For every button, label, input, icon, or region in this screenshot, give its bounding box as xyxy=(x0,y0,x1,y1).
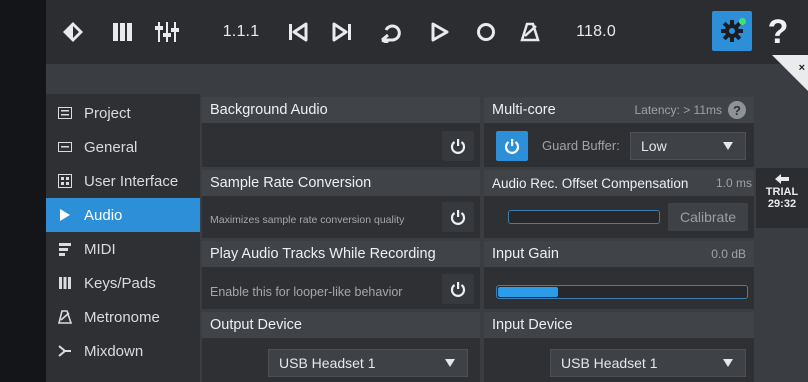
top-toolbar: 1.1.1 118.0 ? xyxy=(46,0,808,64)
app-window: 1.1.1 118.0 ? × Project General User Int… xyxy=(46,0,808,382)
close-icon[interactable]: × xyxy=(799,62,805,74)
sidebar-item-general[interactable]: General xyxy=(46,130,200,164)
sidebar-item-label: Metronome xyxy=(84,308,160,326)
sidebar-item-label: MIDI xyxy=(84,240,116,258)
sidebar-item-label: Mixdown xyxy=(84,342,144,360)
sidebar-item-midi[interactable]: MIDI xyxy=(46,232,200,266)
output-device-panel: Output Device USB Headset 1 xyxy=(202,312,480,382)
sidebar-item-keys-pads[interactable]: Keys/Pads xyxy=(46,266,200,300)
sidebar-item-label: General xyxy=(84,138,138,156)
guard-buffer-select[interactable]: Low xyxy=(630,132,746,160)
offset-track[interactable] xyxy=(508,210,660,224)
record-icon[interactable] xyxy=(470,14,502,50)
project-icon xyxy=(56,105,74,121)
help-icon[interactable]: ? xyxy=(728,101,746,119)
power-icon xyxy=(450,139,466,154)
trial-time: 29:32 xyxy=(767,198,797,210)
panel-title: Input Device xyxy=(484,312,754,338)
metronome-icon xyxy=(56,309,74,325)
multicore-toggle[interactable] xyxy=(496,131,528,161)
panel-description: Enable this for looper-like behavior xyxy=(210,285,403,299)
trial-label: TRIAL xyxy=(765,186,799,198)
sidebar-item-metronome[interactable]: Metronome xyxy=(46,300,200,334)
sub-bar xyxy=(46,64,808,94)
position-display[interactable]: 1.1.1 xyxy=(216,14,266,50)
input-gain-fill xyxy=(498,287,558,297)
latency-value: Latency: > 11ms xyxy=(634,103,723,117)
mixdown-icon xyxy=(56,343,74,359)
panel-title: Audio Rec. Offset Compensation xyxy=(492,175,689,191)
play-audio-toggle[interactable] xyxy=(442,274,474,304)
mixer-icon[interactable] xyxy=(150,14,184,50)
user-interface-icon xyxy=(56,173,74,189)
offset-compensation-panel: Audio Rec. Offset Compensation 1.0 ms Ca… xyxy=(484,170,754,238)
settings-button[interactable] xyxy=(712,11,752,51)
sidebar-item-project[interactable]: Project xyxy=(46,96,200,130)
general-icon xyxy=(56,139,74,155)
sidebar-item-label: User Interface xyxy=(84,172,179,190)
arrow-left-icon xyxy=(775,174,789,184)
input-device-select[interactable]: USB Headset 1 xyxy=(550,349,746,377)
loop-icon[interactable] xyxy=(374,14,406,50)
midi-icon xyxy=(56,241,74,257)
calibrate-button[interactable]: Calibrate xyxy=(668,203,748,231)
play-icon xyxy=(56,207,74,223)
sidebar-item-label: Audio xyxy=(84,206,123,224)
power-icon xyxy=(504,139,520,154)
help-button[interactable]: ? xyxy=(758,10,798,54)
input-gain-value: 0.0 dB xyxy=(711,247,746,261)
panel-title: Play Audio Tracks While Recording xyxy=(202,241,480,267)
dropdown-value: Low xyxy=(641,138,667,154)
input-gain-panel: Input Gain 0.0 dB xyxy=(484,241,754,309)
sidebar-item-audio[interactable]: Audio xyxy=(46,198,200,232)
panel-title: Output Device xyxy=(202,312,480,338)
chevron-down-icon xyxy=(445,359,455,367)
sample-rate-panel: Sample Rate Conversion Maximizes sample … xyxy=(202,170,480,238)
panel-header: Multi-core Latency: > 11ms ? xyxy=(484,97,754,123)
trial-badge[interactable]: TRIAL 29:32 xyxy=(756,168,808,228)
play-icon[interactable] xyxy=(424,14,456,50)
panel-title: Sample Rate Conversion xyxy=(202,170,480,196)
panel-description: Maximizes sample rate conversion quality xyxy=(210,214,405,226)
diamond-icon[interactable] xyxy=(56,14,90,50)
background-audio-toggle[interactable] xyxy=(442,131,474,161)
offset-value: 1.0 ms xyxy=(715,176,752,190)
guard-buffer-label: Guard Buffer: xyxy=(542,138,620,153)
panel-title: Background Audio xyxy=(202,97,480,123)
keys-icon xyxy=(56,275,74,291)
panel-header: Audio Rec. Offset Compensation 1.0 ms xyxy=(484,170,754,196)
left-edge-strip xyxy=(0,0,46,382)
chevron-down-icon xyxy=(723,359,733,367)
sidebar-item-mixdown[interactable]: Mixdown xyxy=(46,334,200,368)
background-audio-panel: Background Audio xyxy=(202,97,480,167)
settings-sidebar: Project General User Interface Audio MID… xyxy=(46,94,200,382)
tempo-display[interactable]: 118.0 xyxy=(566,14,626,50)
skip-forward-icon[interactable] xyxy=(326,14,358,50)
panel-title: Multi-core xyxy=(492,102,556,118)
input-device-panel: Input Device USB Headset 1 xyxy=(484,312,754,382)
sidebar-item-label: Project xyxy=(84,104,131,122)
output-device-select[interactable]: USB Headset 1 xyxy=(268,349,468,377)
notification-dot xyxy=(739,18,746,25)
dropdown-value: USB Headset 1 xyxy=(279,355,376,371)
input-gain-slider[interactable] xyxy=(496,285,748,299)
chevron-down-icon xyxy=(723,142,733,150)
power-icon xyxy=(450,210,466,225)
sample-rate-toggle[interactable] xyxy=(442,202,474,232)
metronome-icon[interactable] xyxy=(514,14,546,50)
rewind-icon[interactable] xyxy=(282,14,314,50)
dropdown-value: USB Headset 1 xyxy=(561,355,658,371)
panel-header: Input Gain 0.0 dB xyxy=(484,241,754,267)
panel-title: Input Gain xyxy=(492,246,559,262)
keys-icon[interactable] xyxy=(106,14,140,50)
sidebar-item-user-interface[interactable]: User Interface xyxy=(46,164,200,198)
latency-info: Latency: > 11ms ? xyxy=(634,101,746,119)
power-icon xyxy=(450,282,466,297)
sidebar-item-label: Keys/Pads xyxy=(84,274,156,292)
play-audio-panel: Play Audio Tracks While Recording Enable… xyxy=(202,241,480,309)
multicore-panel: Multi-core Latency: > 11ms ? Guard Buffe… xyxy=(484,97,754,167)
